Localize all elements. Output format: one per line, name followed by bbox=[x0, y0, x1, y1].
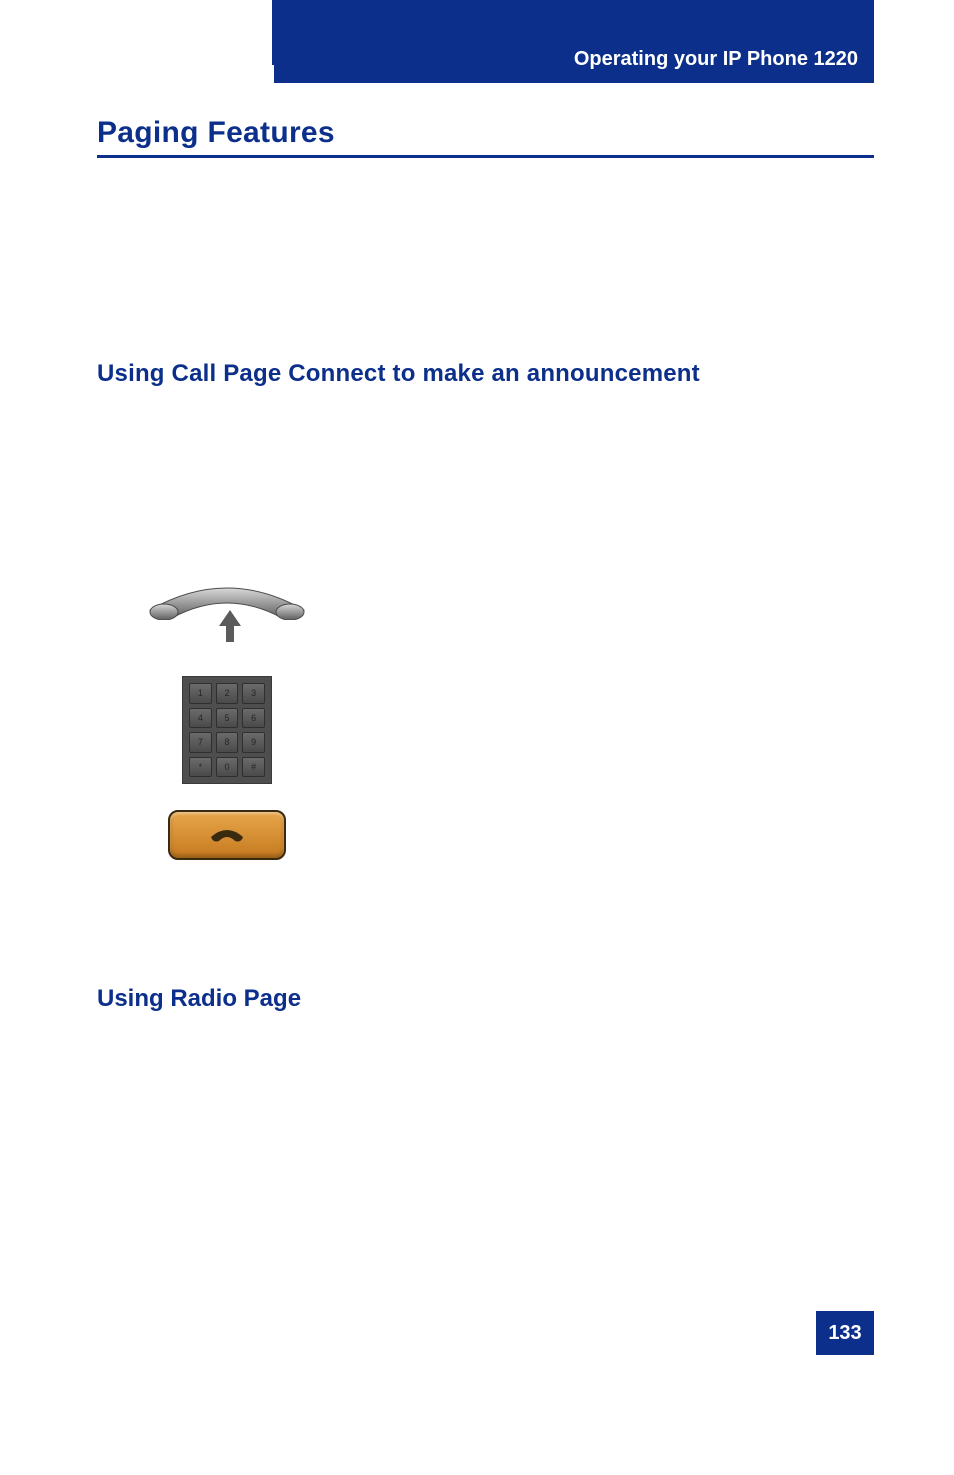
step-text: Lift the handset. bbox=[379, 604, 521, 626]
dialpad-icon: 1 2 3 4 5 6 7 8 9 * 0 # bbox=[182, 676, 272, 784]
keypad-key: 9 bbox=[242, 732, 265, 753]
step-2-icon-cell: 1 2 3 4 5 6 7 8 9 * 0 # bbox=[97, 676, 357, 784]
heading-underline bbox=[97, 155, 874, 158]
steps-table: 1. Lift the handset. 1 2 3 4 5 6 7 8 9 *… bbox=[97, 580, 874, 886]
note-label: Note: bbox=[97, 478, 145, 500]
keypad-key: 6 bbox=[242, 708, 265, 729]
keypad-key: * bbox=[189, 757, 212, 778]
page: Operating your IP Phone 1220 Paging Feat… bbox=[0, 0, 954, 1475]
keypad-key: 1 bbox=[189, 683, 212, 704]
bullet-item: "Using Call Page Connect to make an anno… bbox=[97, 248, 874, 282]
arrow-up-icon bbox=[219, 610, 241, 626]
step-text: Press the Goodbye key. bbox=[379, 824, 591, 846]
keypad-key: 7 bbox=[189, 732, 212, 753]
header-title: Operating your IP Phone 1220 bbox=[574, 48, 858, 71]
goodbye-glyph bbox=[207, 823, 247, 847]
step-text: Dial the Page Trunk Access Code to compl… bbox=[357, 683, 820, 734]
step-4-icon-cell bbox=[97, 810, 357, 860]
step-1-text: 1. Lift the handset. bbox=[357, 601, 874, 630]
procedure-heading: Using Call Page: bbox=[97, 548, 255, 571]
keypad-key: 8 bbox=[216, 732, 239, 753]
radio-page-paragraph-2: Use the following procedure to use Autom… bbox=[97, 1154, 874, 1184]
step-2: 1 2 3 4 5 6 7 8 9 * 0 # 2. Dial the Page… bbox=[97, 676, 874, 784]
keypad-key: 5 bbox=[216, 708, 239, 729]
subsection-heading-radio-page: Using Radio Page bbox=[97, 985, 301, 1013]
step-2-text: 2. Dial the Page Trunk Access Code to co… bbox=[357, 680, 874, 781]
step-1-icon-cell bbox=[97, 580, 357, 650]
intro-paragraph: The IP Phone 1220 supports the following… bbox=[97, 182, 874, 212]
feature-bullets: "Using Call Page Connect to make an anno… bbox=[97, 248, 874, 350]
keypad-key: 2 bbox=[216, 683, 239, 704]
step-4: 4. Press the Goodbye key. bbox=[97, 810, 874, 860]
handset-lift-icon bbox=[142, 580, 312, 650]
header-bar: Operating your IP Phone 1220 bbox=[274, 0, 874, 83]
bullet-item: "Using Radio Page" on page 133 bbox=[97, 282, 874, 316]
step-1: 1. Lift the handset. bbox=[97, 580, 874, 650]
step-num: 2. bbox=[357, 683, 374, 705]
section-heading: Paging Features bbox=[97, 116, 335, 150]
keypad-key: 0 bbox=[216, 757, 239, 778]
call-page-paragraph: Use the Call Page Connect feature to mak… bbox=[97, 402, 874, 432]
step-num: 1. bbox=[357, 604, 374, 626]
keypad-key: # bbox=[242, 757, 265, 778]
subsection-heading-call-page: Using Call Page Connect to make an annou… bbox=[97, 360, 700, 388]
note-block: Note: A Page key on an attendant console… bbox=[97, 474, 874, 534]
page-number: 133 bbox=[816, 1311, 874, 1355]
arrow-stem bbox=[226, 626, 234, 642]
radio-page-paragraph-1: Use the Radio Page feature to page a use… bbox=[97, 1028, 874, 1118]
step-4-text: 4. Press the Goodbye key. bbox=[357, 821, 874, 850]
bullet-item: "Using Voice Call" on page 135 bbox=[97, 316, 874, 350]
note-body: A Page key on an attendant console overr… bbox=[97, 478, 844, 530]
step-text: Make your announcement. bbox=[379, 755, 616, 777]
keypad-key: 4 bbox=[189, 708, 212, 729]
step-num: 3. bbox=[357, 755, 374, 777]
keypad-key: 3 bbox=[242, 683, 265, 704]
step-num: 4. bbox=[357, 824, 374, 846]
goodbye-key-icon bbox=[168, 810, 286, 860]
